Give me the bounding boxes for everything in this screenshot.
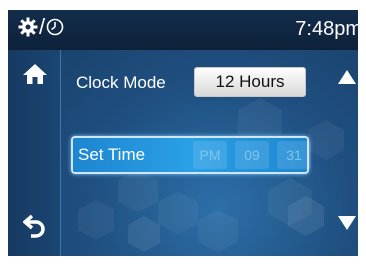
status-icons: / (18, 14, 64, 39)
status-bar: / 7:48pm (8, 10, 358, 50)
clock-mode-label: Clock Mode (76, 73, 166, 92)
status-time: 7:48pm (295, 18, 358, 40)
status-separator: / (39, 14, 46, 39)
down-arrow-icon[interactable] (338, 216, 356, 230)
clock-icon (46, 18, 64, 36)
settings-screen: / 7:48pm Clock Mode 12 Hours Set Time PM… (8, 10, 358, 256)
up-arrow-icon[interactable] (338, 70, 356, 84)
back-icon[interactable] (23, 213, 47, 239)
set-time-button[interactable]: Set Time PM 09 31 (71, 136, 311, 174)
period-field[interactable]: PM (193, 141, 227, 169)
sidebar (8, 50, 61, 256)
hour-field[interactable]: 09 (235, 141, 269, 169)
home-icon[interactable] (22, 63, 48, 85)
gear-icon (18, 17, 38, 37)
clock-mode-selector[interactable]: 12 Hours (194, 67, 306, 97)
set-time-label: Set Time (78, 145, 146, 164)
minute-field[interactable]: 31 (277, 141, 311, 169)
